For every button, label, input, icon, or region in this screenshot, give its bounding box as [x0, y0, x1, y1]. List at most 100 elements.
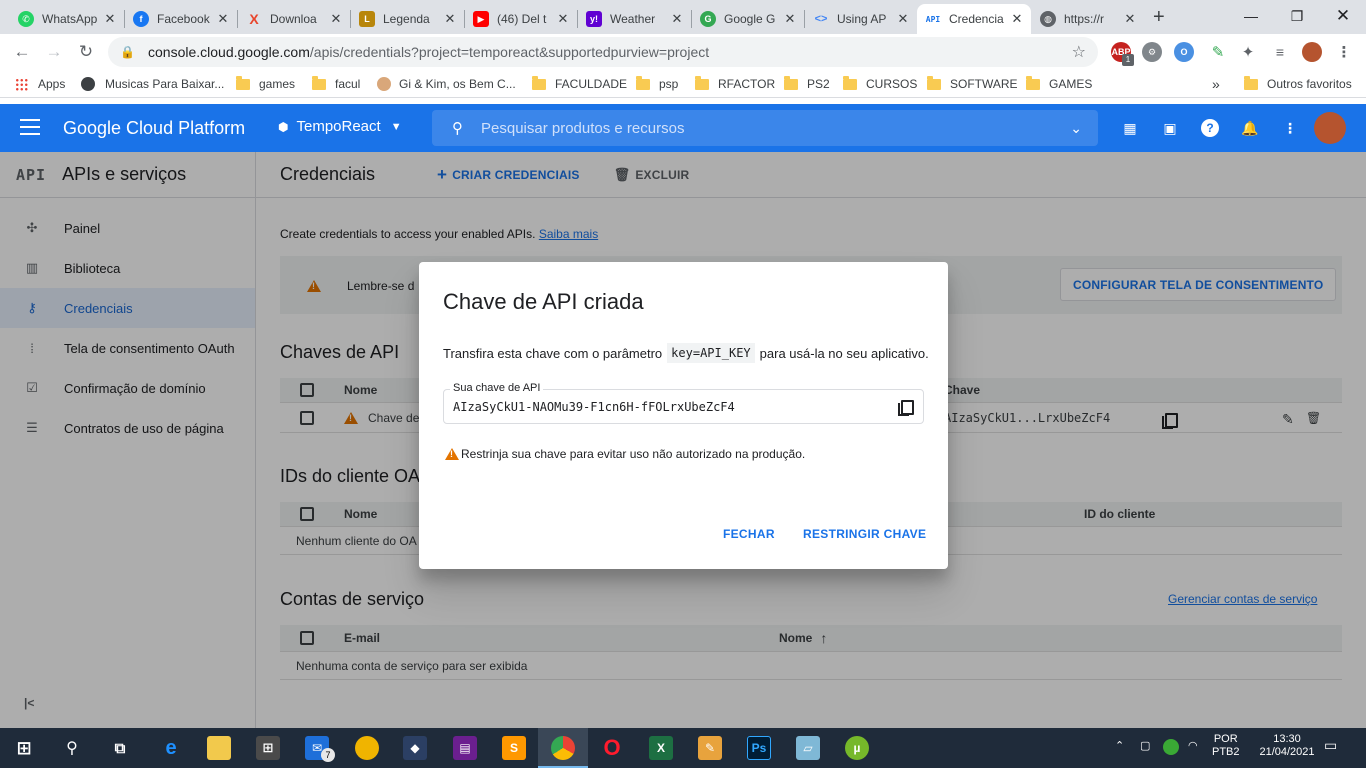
- tab-whatsapp[interactable]: ✆ WhatsApp ✕: [10, 4, 124, 34]
- apps-grid-icon: [15, 77, 28, 91]
- tab-legenda[interactable]: L Legenda ✕: [351, 4, 464, 34]
- eyedropper-extension-icon[interactable]: ✎: [1208, 42, 1228, 62]
- gift-icon[interactable]: ▦: [1121, 119, 1139, 137]
- project-selector[interactable]: ⬢ TempoReact ▼: [278, 118, 402, 135]
- browser-toolbar: ← → ↻ 🔒 console.cloud.google.com/apis/cr…: [0, 34, 1366, 70]
- forward-icon[interactable]: →: [40, 38, 68, 66]
- url-path: /apis/credentials?project=temporeact&sup…: [309, 44, 710, 60]
- bookmark-other-favorites[interactable]: Outros favoritos: [1244, 75, 1352, 93]
- puzzle-extensions-icon[interactable]: ✦: [1238, 42, 1258, 62]
- restrict-key-button[interactable]: RESTRINGIR CHAVE: [803, 527, 926, 541]
- tab-using-api[interactable]: <> Using AP ✕: [805, 4, 917, 34]
- utorrent-icon[interactable]: µ: [845, 736, 869, 760]
- gcp-header: Google Cloud Platform ⬢ TempoReact ▼ ⚲ P…: [0, 104, 1366, 152]
- tab-title: Google G: [724, 12, 776, 26]
- bookmark-games-caps-folder[interactable]: GAMES: [1026, 75, 1092, 93]
- reload-icon[interactable]: ↻: [72, 38, 100, 66]
- chrome-menu-icon[interactable]: ⋮: [1334, 42, 1354, 62]
- chrome-taskbar-active[interactable]: [538, 728, 588, 768]
- bookmarks-overflow-chevron[interactable]: »: [1212, 75, 1220, 93]
- tab-facebook[interactable]: f Facebook ✕: [125, 4, 237, 34]
- bookmark-star-icon[interactable]: ☆: [1072, 42, 1086, 62]
- close-tab-icon[interactable]: ✕: [895, 11, 911, 27]
- close-tab-icon[interactable]: ✕: [782, 11, 798, 27]
- excel-icon[interactable]: X: [649, 736, 673, 760]
- api-key-field[interactable]: Sua chave de API AIzaSyCkU1-NAOMu39-F1cn…: [443, 382, 924, 424]
- gcp-brand[interactable]: Google Cloud Platform: [63, 118, 245, 139]
- search-icon[interactable]: ⚲: [60, 736, 84, 760]
- bookmark-musicas[interactable]: Musicas Para Baixar...: [81, 75, 224, 93]
- windows-start-icon[interactable]: ⊞: [12, 736, 36, 760]
- close-tab-icon[interactable]: ✕: [215, 11, 231, 27]
- tray-green-icon[interactable]: [1163, 739, 1179, 755]
- api-key-text[interactable]: AIzaSyCkU1-NAOMu39-F1cn6H-fFOLrxUbeZcF4: [453, 400, 735, 414]
- tab-title: Credencia: [949, 12, 1004, 26]
- help-icon[interactable]: ?: [1201, 119, 1219, 137]
- back-icon[interactable]: ←: [8, 38, 36, 66]
- bookmark-rfactor-folder[interactable]: RFACTOR: [695, 75, 775, 93]
- window-close-icon[interactable]: ✕: [1320, 0, 1366, 32]
- more-vert-icon[interactable]: ⋮: [1281, 119, 1299, 137]
- tab-google[interactable]: G Google G ✕: [692, 4, 804, 34]
- profile-avatar[interactable]: [1302, 42, 1322, 62]
- tab-youtube[interactable]: ▶ (46) Del t ✕: [465, 4, 577, 34]
- globe-icon: ◍: [1040, 11, 1056, 27]
- app-yellow-icon[interactable]: [355, 736, 379, 760]
- site-icon: [81, 77, 95, 91]
- sublime-text-icon[interactable]: S: [502, 736, 526, 760]
- app-cube-icon[interactable]: ◆: [403, 736, 427, 760]
- tab-https[interactable]: ◍ https://r ✕: [1032, 4, 1144, 34]
- close-tab-icon[interactable]: ✕: [442, 11, 458, 27]
- app-glass-icon[interactable]: ▱: [796, 736, 820, 760]
- gear-extension-icon[interactable]: ⚙: [1142, 42, 1162, 62]
- opera-icon[interactable]: O: [600, 735, 624, 760]
- bookmark-gi-kim[interactable]: Gi & Kim, os Bem C...: [377, 75, 516, 93]
- task-view-icon[interactable]: ⧉: [108, 736, 132, 760]
- tab-weather[interactable]: y! Weather ✕: [578, 4, 691, 34]
- bookmark-faculdade-folder[interactable]: FACULDADE: [532, 75, 627, 93]
- tray-device-icon[interactable]: ▢: [1140, 740, 1150, 753]
- bookmark-ps2-folder[interactable]: PS2: [784, 75, 830, 93]
- minimize-icon[interactable]: —: [1228, 0, 1274, 32]
- file-explorer-icon[interactable]: [207, 736, 231, 760]
- tab-credentials-active[interactable]: API Credencia ✕: [917, 4, 1031, 34]
- tray-chevron-up-icon[interactable]: ⌃: [1115, 740, 1124, 753]
- search-placeholder: Pesquisar produtos e recursos: [481, 119, 685, 137]
- language-indicator[interactable]: POR PTB2: [1212, 733, 1240, 759]
- bookmark-facul-folder[interactable]: facul: [312, 75, 360, 93]
- close-tab-icon[interactable]: ✕: [102, 11, 118, 27]
- wifi-icon[interactable]: ◠: [1188, 740, 1198, 753]
- notification-center-icon[interactable]: ▭: [1324, 738, 1337, 752]
- extension-o-icon[interactable]: O: [1174, 42, 1194, 62]
- bookmark-psp-folder[interactable]: psp: [636, 75, 678, 93]
- close-tab-icon[interactable]: ✕: [555, 11, 571, 27]
- store-icon[interactable]: ⊞: [256, 736, 280, 760]
- user-avatar[interactable]: [1314, 112, 1346, 144]
- winrar-icon[interactable]: ▤: [453, 736, 477, 760]
- folder-icon: [695, 75, 709, 90]
- cloud-shell-icon[interactable]: ▣: [1161, 119, 1179, 137]
- new-tab-icon[interactable]: +: [1153, 6, 1165, 29]
- close-dialog-button[interactable]: FECHAR: [723, 527, 775, 541]
- restore-icon[interactable]: ❐: [1274, 0, 1320, 32]
- close-tab-icon[interactable]: ✕: [1009, 11, 1025, 27]
- gcp-search-input[interactable]: ⚲ Pesquisar produtos e recursos ⌄: [432, 110, 1098, 146]
- copy-icon[interactable]: [898, 400, 914, 416]
- bookmark-software-folder[interactable]: SOFTWARE: [927, 75, 1018, 93]
- close-tab-icon[interactable]: ✕: [328, 11, 344, 27]
- notifications-bell-icon[interactable]: 🔔: [1241, 119, 1259, 137]
- bookmark-games-folder[interactable]: games: [236, 75, 295, 93]
- search-expand-chevron-icon[interactable]: ⌄: [1070, 120, 1082, 137]
- edge-icon[interactable]: e: [159, 736, 183, 760]
- app-tool-icon[interactable]: ✎: [698, 736, 722, 760]
- close-tab-icon[interactable]: ✕: [1122, 11, 1138, 27]
- close-tab-icon[interactable]: ✕: [669, 11, 685, 27]
- clock[interactable]: 13:30 21/04/2021: [1257, 733, 1317, 759]
- hamburger-menu-icon[interactable]: [20, 119, 40, 135]
- photoshop-icon[interactable]: Ps: [747, 736, 771, 760]
- tab-download[interactable]: X Downloa ✕: [238, 4, 350, 34]
- bookmark-apps[interactable]: Apps: [15, 75, 65, 93]
- media-control-icon[interactable]: ≡: [1270, 42, 1290, 62]
- bookmark-cursos-folder[interactable]: CURSOS: [843, 75, 917, 93]
- address-bar[interactable]: 🔒 console.cloud.google.com/apis/credenti…: [108, 37, 1098, 67]
